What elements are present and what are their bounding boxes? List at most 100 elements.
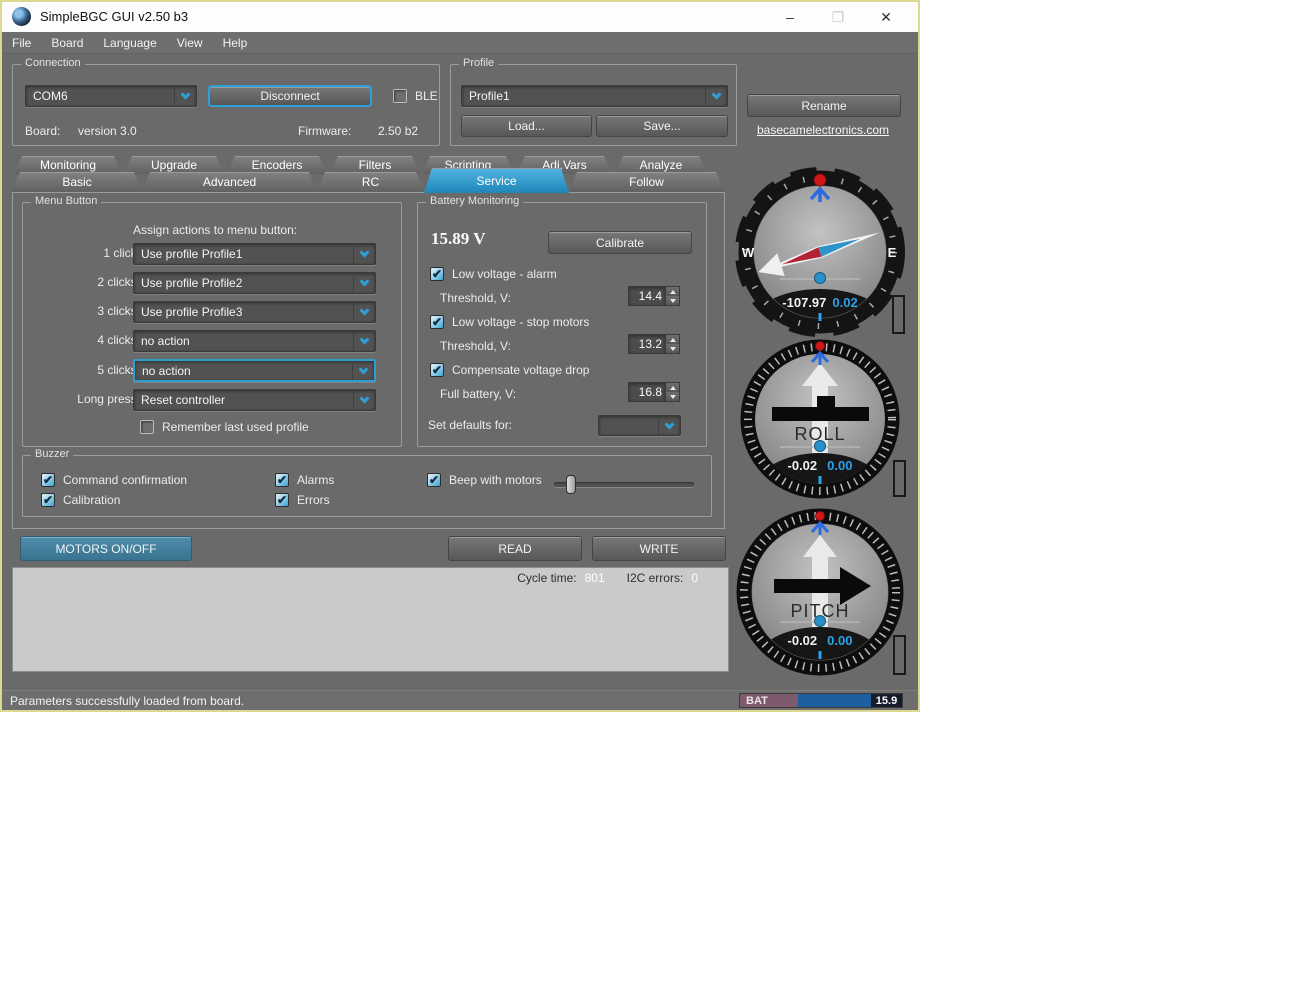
compass-east-label: E — [888, 245, 897, 260]
menu-view[interactable]: View — [167, 32, 213, 54]
com-port-select[interactable]: COM6 — [25, 85, 197, 107]
beep-volume-slider-thumb[interactable] — [566, 475, 576, 494]
disconnect-button[interactable]: Disconnect — [208, 85, 372, 107]
alarms-row[interactable]: ✔ Alarms — [275, 473, 334, 487]
tab-advanced[interactable]: Advanced — [142, 172, 317, 192]
motors-on-off-button[interactable]: MOTORS ON/OFF — [20, 536, 192, 561]
battery-group: Battery Monitoring 15.89 V Calibrate ✔ L… — [417, 202, 707, 447]
calibration-checkbox[interactable]: ✔ — [41, 493, 55, 507]
alarm-threshold-spinner[interactable]: 14.4 — [628, 286, 680, 306]
beep-with-motors-row[interactable]: ✔ Beep with motors — [427, 473, 542, 487]
tab-service[interactable]: Service — [424, 168, 569, 193]
title-bar: SimpleBGC GUI v2.50 b3 – ❐ ✕ — [2, 2, 918, 32]
spin-down-icon[interactable] — [666, 296, 679, 305]
close-button[interactable]: ✕ — [862, 2, 910, 32]
tab-upgrade[interactable]: Upgrade — [124, 156, 224, 174]
spin-down-icon[interactable] — [666, 392, 679, 401]
click4-select[interactable]: no action — [133, 330, 376, 352]
yaw-compass-gauge: W E -107.970.02 — [735, 167, 905, 337]
long-press-label: Long press: — [63, 392, 140, 406]
menu-file[interactable]: File — [2, 32, 41, 54]
rename-button[interactable]: Rename — [747, 94, 901, 117]
window-title: SimpleBGC GUI v2.50 b3 — [40, 9, 188, 24]
menu-help[interactable]: Help — [213, 32, 258, 54]
pitch-center-dot — [815, 616, 826, 627]
basecam-link[interactable]: basecamelectronics.com — [757, 123, 889, 137]
roll-red-pin-icon — [816, 342, 825, 351]
menu-bar: File Board Language View Help — [2, 32, 918, 54]
click5-label: 5 clicks: — [78, 363, 140, 377]
stop-threshold-value[interactable]: 13.2 — [628, 334, 666, 354]
battery-indicator-fill — [798, 694, 871, 707]
tab-follow[interactable]: Follow — [569, 172, 724, 192]
command-confirmation-row[interactable]: ✔ Command confirmation — [41, 473, 187, 487]
compensate-drop-row[interactable]: ✔ Compensate voltage drop — [430, 363, 589, 377]
status-message: Parameters successfully loaded from boar… — [10, 694, 244, 708]
full-battery-spinner[interactable]: 16.8 — [628, 382, 680, 402]
click4-label: 4 clicks: — [78, 333, 140, 347]
write-button[interactable]: WRITE — [592, 536, 726, 561]
menu-language[interactable]: Language — [93, 32, 166, 54]
tab-encoders[interactable]: Encoders — [227, 156, 327, 174]
calibrate-button[interactable]: Calibrate — [548, 231, 692, 254]
low-voltage-alarm-checkbox[interactable]: ✔ — [430, 267, 444, 281]
read-button[interactable]: READ — [448, 536, 582, 561]
alarms-checkbox[interactable]: ✔ — [275, 473, 289, 487]
low-voltage-alarm-row[interactable]: ✔ Low voltage - alarm — [430, 267, 557, 281]
click1-select[interactable]: Use profile Profile1 — [133, 243, 376, 265]
tab-rc[interactable]: RC — [317, 172, 424, 192]
calibration-row[interactable]: ✔ Calibration — [41, 493, 120, 507]
spin-up-icon[interactable] — [666, 335, 679, 344]
stop-motors-row[interactable]: ✔ Low voltage - stop motors — [430, 315, 589, 329]
command-confirmation-checkbox[interactable]: ✔ — [41, 473, 55, 487]
roll-horizon-bar — [772, 407, 869, 421]
errors-row[interactable]: ✔ Errors — [275, 493, 330, 507]
checkmark-icon: ✔ — [432, 364, 442, 376]
remember-profile-checkbox[interactable] — [140, 420, 154, 434]
ble-checkbox[interactable] — [393, 89, 407, 103]
click5-value: no action — [135, 364, 352, 378]
long-press-select[interactable]: Reset controller — [133, 389, 376, 411]
stop-motors-checkbox[interactable]: ✔ — [430, 315, 444, 329]
remember-profile-row[interactable]: Remember last used profile — [140, 420, 309, 434]
low-voltage-alarm-label: Low voltage - alarm — [452, 267, 557, 281]
cycle-time-value: 801 — [585, 571, 605, 585]
profile-select[interactable]: Profile1 — [461, 85, 728, 107]
compensate-drop-checkbox[interactable]: ✔ — [430, 363, 444, 377]
i2c-errors-value: 0 — [691, 571, 698, 585]
click3-select[interactable]: Use profile Profile3 — [133, 301, 376, 323]
status-bar: Parameters successfully loaded from boar… — [2, 690, 918, 710]
stop-threshold-spinner[interactable]: 13.2 — [628, 334, 680, 354]
pitch-red-pin-icon — [816, 512, 825, 521]
stop-threshold-label: Threshold, V: — [440, 339, 511, 353]
alarm-threshold-value[interactable]: 14.4 — [628, 286, 666, 306]
compass-west-label: W — [742, 245, 755, 260]
errors-checkbox[interactable]: ✔ — [275, 493, 289, 507]
spin-up-icon[interactable] — [666, 287, 679, 296]
connection-group: Connection COM6 Disconnect BLE Board: ve… — [12, 64, 440, 146]
checkmark-icon: ✔ — [429, 474, 439, 486]
menu-board[interactable]: Board — [41, 32, 93, 54]
minimize-button[interactable]: – — [766, 2, 814, 32]
beep-with-motors-checkbox[interactable]: ✔ — [427, 473, 441, 487]
checkmark-icon: ✔ — [432, 316, 442, 328]
chevron-down-icon — [174, 86, 196, 106]
click4-value: no action — [134, 334, 353, 348]
save-button[interactable]: Save... — [596, 115, 728, 137]
set-defaults-select[interactable] — [598, 415, 681, 436]
beep-with-motors-label: Beep with motors — [449, 473, 542, 487]
spin-up-icon[interactable] — [666, 383, 679, 392]
tab-monitoring[interactable]: Monitoring — [14, 156, 122, 174]
tab-filters[interactable]: Filters — [330, 156, 420, 174]
click2-select[interactable]: Use profile Profile2 — [133, 272, 376, 294]
tab-analyze[interactable]: Analyze — [615, 156, 707, 174]
click5-select[interactable]: no action — [133, 359, 376, 382]
ble-checkbox-row[interactable]: BLE — [393, 89, 438, 103]
tab-basic[interactable]: Basic — [12, 172, 142, 192]
load-button[interactable]: Load... — [461, 115, 592, 137]
maximize-button[interactable]: ❐ — [814, 2, 862, 32]
full-battery-value[interactable]: 16.8 — [628, 382, 666, 402]
roll-value: -0.02 — [788, 458, 818, 473]
spin-down-icon[interactable] — [666, 344, 679, 353]
svg-text:-107.970.02: -107.970.02 — [782, 295, 857, 310]
